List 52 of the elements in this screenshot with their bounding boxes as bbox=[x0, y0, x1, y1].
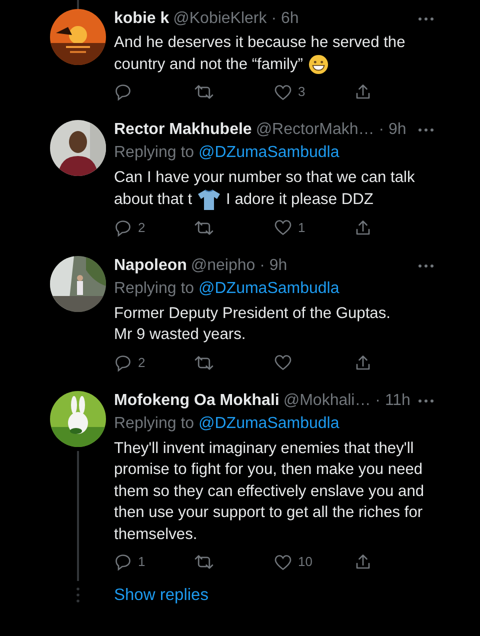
reply-icon[interactable] bbox=[114, 83, 132, 101]
reply-icon[interactable] bbox=[114, 218, 132, 236]
share-icon[interactable] bbox=[354, 218, 372, 236]
like-count: 1 bbox=[298, 218, 306, 237]
handle-and-time: @RectorMakh… · 9h bbox=[256, 120, 406, 140]
reply-count: 1 bbox=[138, 553, 146, 572]
tweet-text: They'll invent imaginary enemies that they'll promise to fight for you, then make you need them so they can effectively enslave you and then use your support to get all the riches for themselves. bbox=[114, 440, 424, 542]
share-icon[interactable] bbox=[354, 553, 372, 571]
tweet-text: country and not the “family” bbox=[114, 54, 303, 74]
tweet-text: And he deserves it because he served the bbox=[114, 34, 406, 51]
handle-and-time: @KobieKlerk · 6h bbox=[173, 9, 299, 29]
tweet-text: Former Deputy President of the Guptas. bbox=[114, 304, 390, 322]
retweet-icon[interactable] bbox=[194, 83, 214, 101]
author-name[interactable]: kobie k bbox=[114, 9, 170, 29]
heart-icon[interactable] bbox=[274, 84, 292, 100]
reply-icon[interactable] bbox=[114, 553, 132, 571]
replying-label: Replying to bbox=[114, 144, 194, 161]
replying-label: Replying to bbox=[114, 414, 194, 432]
heart-icon[interactable] bbox=[274, 219, 292, 236]
share-icon[interactable] bbox=[354, 83, 372, 101]
more-icon[interactable] bbox=[418, 128, 434, 132]
mention-link[interactable]: @DZumaSambudla bbox=[198, 144, 340, 161]
replying-label: Replying to bbox=[114, 280, 194, 296]
mention-link[interactable]: @DZumaSambudla bbox=[198, 414, 340, 432]
heart-icon[interactable] bbox=[274, 354, 292, 371]
author-name[interactable]: Rector Makhubele bbox=[114, 120, 252, 140]
author-name[interactable]: Mofokeng Oa Mokhali bbox=[114, 390, 280, 410]
tweet-text: about that t bbox=[114, 190, 192, 210]
shirt-icon bbox=[197, 188, 222, 210]
retweet-icon[interactable] bbox=[194, 354, 214, 372]
like-count: 3 bbox=[298, 83, 306, 102]
tweet-text: Can I have your number so that we can talk bbox=[114, 169, 415, 186]
share-icon[interactable] bbox=[354, 354, 372, 372]
tweet-text: Mr 9 wasted years. bbox=[114, 326, 246, 343]
thread-dots-icon bbox=[76, 587, 80, 604]
more-icon[interactable] bbox=[418, 264, 434, 268]
reply-count: 2 bbox=[138, 354, 146, 372]
tweet-text: I adore it please DDZ bbox=[226, 190, 374, 210]
retweet-icon[interactable] bbox=[194, 553, 214, 571]
handle-and-time: @neipho · 9h bbox=[190, 256, 288, 276]
smiley-icon bbox=[308, 54, 329, 75]
like-count: 10 bbox=[298, 553, 312, 572]
author-name[interactable]: Napoleon bbox=[114, 256, 187, 276]
retweet-icon[interactable] bbox=[194, 218, 214, 236]
reply-count: 2 bbox=[138, 218, 146, 237]
show-replies-link[interactable]: Show replies bbox=[114, 583, 208, 608]
handle-and-time: @Mokhali… · 11h bbox=[283, 390, 410, 410]
more-icon[interactable] bbox=[418, 398, 434, 402]
reply-icon[interactable] bbox=[114, 354, 132, 372]
heart-icon[interactable] bbox=[274, 554, 292, 570]
mention-link[interactable]: @DZumaSambudla bbox=[198, 280, 340, 296]
more-icon[interactable] bbox=[418, 17, 434, 21]
